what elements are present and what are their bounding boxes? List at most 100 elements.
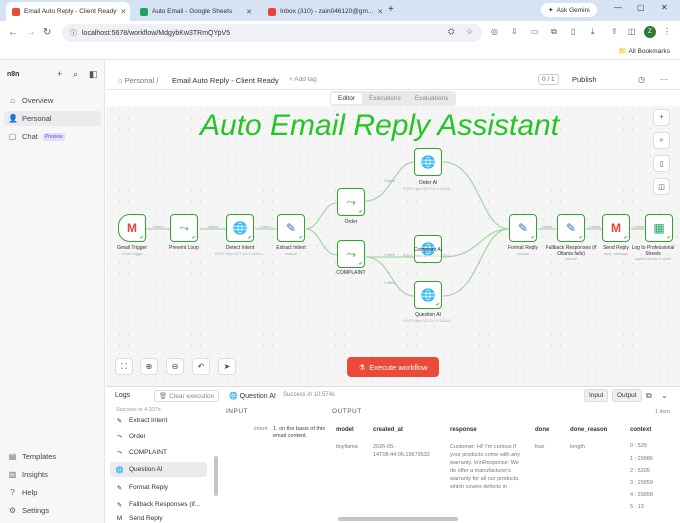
node-gmail-trigger[interactable]: M ✔ — [118, 214, 146, 242]
close-icon[interactable]: ✕ — [121, 8, 127, 16]
zoom-out-icon[interactable]: ⊖ — [166, 358, 184, 375]
execute-workflow-button[interactable]: ⚗ Execute workflow — [347, 357, 439, 377]
edge-label: 1 item — [541, 224, 552, 229]
node-order[interactable]: ⤳ ✔ — [337, 188, 365, 216]
log-item-fallback-responses[interactable]: ✎ Fallback Responses (if... — [110, 497, 207, 512]
node-label: Complaint AI — [413, 247, 443, 253]
sidebar-item-settings[interactable]: ⚙ Settings — [4, 503, 101, 518]
sidebar-item-overview[interactable]: ⌂ Overview — [4, 93, 101, 108]
log-item-order[interactable]: ⤳ Order — [110, 429, 207, 444]
switch-icon: ⤳ — [346, 194, 356, 209]
input-toggle-button[interactable]: Input — [584, 389, 609, 402]
minimize-icon[interactable]: — — [614, 3, 622, 12]
collapse-icon[interactable]: ⌄ — [661, 391, 668, 400]
extensions-puzzle-icon[interactable]: ⧉ — [551, 27, 557, 37]
sticky-note-icon[interactable]: ▯ — [653, 155, 670, 172]
translate-icon[interactable]: ⛭ — [448, 27, 454, 37]
forward-icon[interactable]: → — [26, 27, 36, 38]
log-item-extract-intent[interactable]: ✎ Extract Intent — [110, 413, 207, 428]
logs-title: Logs — [115, 392, 131, 399]
home-icon: ⌂ — [10, 96, 15, 105]
tab-google-sheets[interactable]: Auto Email - Google Sheets ✕ — [134, 2, 258, 21]
new-tab-button[interactable]: + — [388, 4, 394, 15]
folder-icon: ⌂ — [118, 76, 123, 85]
settings-gear-icon: ⚙ — [8, 506, 17, 515]
downloads-icon[interactable]: ⤓ — [591, 27, 595, 37]
search-nodes-icon[interactable]: ⌕ — [653, 132, 670, 149]
clear-execution-button[interactable]: 🗑 Clear execution — [154, 390, 220, 402]
cast-icon[interactable]: ▭ — [531, 27, 539, 36]
switch-icon: ⤳ — [346, 246, 356, 261]
undo-icon[interactable]: ↶ — [192, 358, 210, 375]
download-icon[interactable]: ⇩ — [511, 27, 518, 36]
history-icon[interactable]: ◷ — [638, 75, 645, 84]
bookmark-star-icon[interactable]: ☆ — [466, 27, 473, 36]
search-icon[interactable]: ⌕ — [73, 69, 78, 80]
window-close-icon[interactable]: ✕ — [661, 3, 668, 12]
sidebar-panel-icon[interactable]: ▯ — [571, 27, 575, 36]
node-detect-intent[interactable]: 🌐 ✔ — [226, 214, 254, 242]
menu-kebab-icon[interactable]: ⋮ — [663, 27, 671, 36]
profile-avatar[interactable]: Z — [644, 26, 656, 38]
tab-search-icon[interactable]: ◫ — [628, 27, 636, 36]
reload-icon[interactable]: ↻ — [43, 27, 51, 38]
add-icon[interactable]: + — [57, 69, 62, 79]
panel-toggle-icon[interactable]: ◫ — [653, 178, 670, 195]
publish-button[interactable]: Publish — [572, 75, 597, 84]
extension-icon[interactable]: ◎ — [491, 27, 498, 36]
sidebar-item-help[interactable]: ? Help — [4, 485, 101, 500]
pointer-icon[interactable]: ➤ — [218, 358, 236, 375]
node-question-ai[interactable]: 🌐 ✔ — [414, 281, 442, 309]
back-icon[interactable]: ← — [8, 27, 18, 38]
log-item-complaint[interactable]: ⤳ COMPLAINT — [110, 445, 207, 460]
node-complaint[interactable]: ⤳ ✔ — [337, 240, 365, 268]
workflow-title[interactable]: Email Auto Reply - Client Ready — [172, 76, 279, 85]
address-bar[interactable]: ⓘ localhost:5678/workflow/MdgybKw3TRmQYp… — [62, 24, 482, 42]
n8n-logo[interactable]: n8n — [7, 71, 19, 78]
log-item-format-reply[interactable]: ✎ Format Reply — [110, 480, 207, 495]
node-label: Log to Professional Sheets — [631, 245, 675, 257]
sidebar-item-chat[interactable]: ▢ Chat Preview — [4, 129, 101, 144]
node-order-ai[interactable]: 🌐 — [414, 148, 442, 176]
log-item-question-ai[interactable]: 🌐 Question AI — [110, 462, 207, 477]
tab-editor[interactable]: Editor — [331, 93, 362, 104]
sidebar-item-templates[interactable]: ▤ Templates — [4, 449, 101, 464]
tab-email-auto-reply[interactable]: Email Auto Reply - Client Ready ✕ — [6, 2, 130, 21]
node-prevent-loop[interactable]: ⤳ ✔ — [170, 214, 198, 242]
node-send-reply[interactable]: M ✔ — [602, 214, 630, 242]
collapse-sidebar-icon[interactable]: ◧ — [89, 69, 98, 80]
edit-pencil-icon: ✎ — [517, 221, 529, 235]
output-table-scrollbar[interactable] — [338, 517, 458, 521]
sidebar-item-insights[interactable]: ▥ Insights — [4, 467, 101, 482]
add-node-icon[interactable]: + — [653, 109, 670, 126]
ask-gemini-button[interactable]: ✦ Ask Gemini — [541, 3, 597, 17]
all-bookmarks[interactable]: 📁 All Bookmarks — [619, 47, 670, 55]
breadcrumb[interactable]: ⌂ Personal / — [118, 76, 158, 85]
node-log-to-sheets[interactable]: ▦ ✔ — [645, 214, 673, 242]
maximize-icon[interactable]: ▢ — [637, 3, 645, 12]
log-item-send-reply[interactable]: M Send Reply — [110, 513, 207, 523]
success-check-icon: ✔ — [435, 302, 440, 308]
node-format-reply[interactable]: ✎ ✔ — [509, 214, 537, 242]
input-field-key: intent — [254, 426, 268, 432]
fit-view-icon[interactable]: ⛶ — [115, 358, 133, 375]
tab-executions[interactable]: Executions — [362, 93, 408, 104]
tab-evaluations[interactable]: Evaluations — [408, 93, 456, 104]
sidebar-item-personal[interactable]: 👤 Personal — [4, 111, 101, 126]
close-icon[interactable]: ✕ — [377, 8, 383, 16]
column-header-context: context — [630, 427, 652, 433]
zoom-in-icon[interactable]: ⊕ — [140, 358, 158, 375]
tab-gmail-inbox[interactable]: Inbox (310) - zain046120@gm... ✕ — [262, 2, 386, 21]
node-fallback-responses[interactable]: ✎ ✔ — [557, 214, 585, 242]
success-check-icon: ✔ — [191, 235, 196, 241]
share-icon[interactable]: ⇪ — [611, 27, 618, 36]
edge-label: 1 item — [207, 224, 218, 229]
site-info-icon[interactable]: ⓘ — [70, 28, 77, 38]
node-extract-intent[interactable]: ✎ ✔ — [277, 214, 305, 242]
popout-icon[interactable]: ⧉ — [646, 391, 652, 401]
output-toggle-button[interactable]: Output — [612, 389, 642, 402]
log-list-scrollbar[interactable] — [214, 456, 218, 496]
add-tag-button[interactable]: + Add tag — [289, 76, 317, 83]
more-options-icon[interactable]: ⋯ — [660, 75, 668, 84]
close-icon[interactable]: ✕ — [246, 8, 252, 16]
